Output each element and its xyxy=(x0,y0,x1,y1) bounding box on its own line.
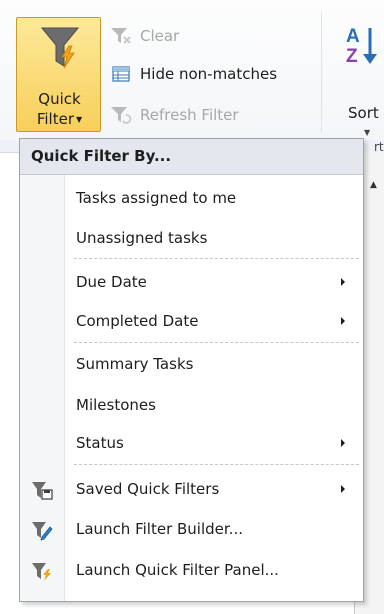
menu-item-label: Milestones xyxy=(76,396,156,414)
menu-item-unassigned-tasks[interactable]: Unassigned tasks xyxy=(20,219,363,259)
menu-item-label: Completed Date xyxy=(76,312,199,330)
menu-item-label: Due Date xyxy=(76,273,147,291)
menu-separator xyxy=(74,464,359,465)
funnel-clear-icon xyxy=(110,25,132,47)
menu-item-tasks-assigned-to-me[interactable]: Tasks assigned to me xyxy=(20,179,363,219)
menu-item-label: Tasks assigned to me xyxy=(76,189,237,207)
menu-item-label: Status xyxy=(76,434,124,452)
quick-filter-label-text: Filter xyxy=(36,110,74,128)
chevron-down-icon: ▼ xyxy=(76,115,83,124)
menu-separator xyxy=(74,342,359,343)
menu-header: Quick Filter By... xyxy=(20,139,363,175)
ribbon: Quick Filter ▼ Clear Hide non-matches Re… xyxy=(0,0,384,154)
refresh-filter-button[interactable]: Refresh Filter xyxy=(110,103,239,127)
menu-item-completed-date[interactable]: Completed Date xyxy=(20,302,363,342)
funnel-panel-icon xyxy=(31,560,53,582)
clear-button[interactable]: Clear xyxy=(110,24,179,48)
menu-separator xyxy=(74,258,359,259)
funnel-refresh-icon xyxy=(110,104,132,126)
funnel-lightning-icon xyxy=(40,26,80,74)
ribbon-group-divider xyxy=(321,12,322,132)
quick-filter-button[interactable]: Quick Filter ▼ xyxy=(16,17,101,132)
submenu-arrow-icon xyxy=(341,278,345,286)
hide-non-matches-button[interactable]: Hide non-matches xyxy=(110,62,277,86)
menu-item-summary-tasks[interactable]: Summary Tasks xyxy=(20,345,363,385)
svg-text:Z: Z xyxy=(346,46,358,67)
quick-filter-label-line2: Filter ▼ xyxy=(17,110,102,128)
funnel-builder-icon xyxy=(31,519,53,541)
menu-item-label: Summary Tasks xyxy=(76,355,194,373)
menu-item-saved-quick-filters[interactable]: Saved Quick Filters xyxy=(20,470,363,510)
menu-item-status[interactable]: Status xyxy=(20,424,363,464)
menu-item-launch-quick-filter-panel[interactable]: Launch Quick Filter Panel... xyxy=(20,551,363,591)
sort-label: Sort xyxy=(348,104,379,122)
menu-item-launch-filter-builder[interactable]: Launch Filter Builder... xyxy=(20,510,363,550)
submenu-arrow-icon xyxy=(341,439,345,447)
menu-header-label: Quick Filter By... xyxy=(31,147,172,165)
svg-text:A: A xyxy=(346,26,360,47)
submenu-arrow-icon xyxy=(341,485,345,493)
clear-label: Clear xyxy=(140,27,180,45)
quick-filter-menu: Quick Filter By... Tasks assigned to me … xyxy=(19,138,364,602)
submenu-arrow-icon xyxy=(341,317,345,325)
hide-non-matches-label: Hide non-matches xyxy=(140,65,278,83)
menu-item-label: Saved Quick Filters xyxy=(76,480,220,498)
menu-item-milestones[interactable]: Milestones xyxy=(20,386,363,426)
menu-item-label: Launch Filter Builder... xyxy=(76,520,243,538)
menu-item-label: Unassigned tasks xyxy=(76,229,208,247)
table-hide-icon xyxy=(110,63,132,85)
refresh-filter-label: Refresh Filter xyxy=(140,106,239,124)
menu-item-label: Launch Quick Filter Panel... xyxy=(76,561,279,579)
menu-item-due-date[interactable]: Due Date xyxy=(20,263,363,303)
chevron-down-icon: ▼ xyxy=(364,128,371,137)
scroll-up-icon[interactable]: ▲ xyxy=(370,180,377,190)
sort-az-icon: A Z xyxy=(346,24,384,78)
funnel-saved-icon xyxy=(31,479,53,501)
sort-button[interactable]: A Z Sort ▼ xyxy=(328,20,384,140)
quick-filter-label-line1: Quick xyxy=(38,90,81,108)
